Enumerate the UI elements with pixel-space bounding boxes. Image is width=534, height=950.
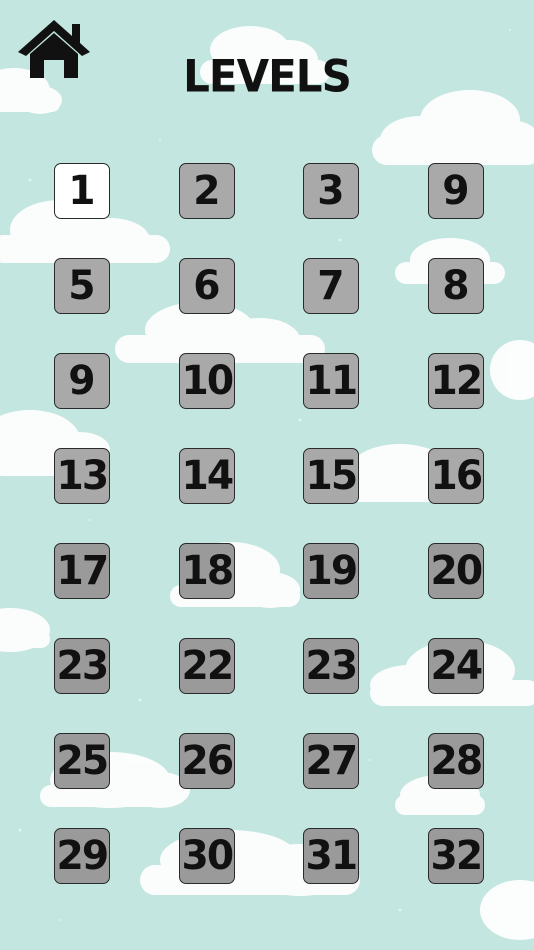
level-number: 19 (305, 548, 359, 594)
level-number: 13 (56, 453, 110, 499)
level-button-32[interactable]: 32 (428, 828, 484, 884)
level-number: 3 (317, 168, 345, 214)
level-button-8[interactable]: 8 (428, 258, 484, 314)
level-number: 10 (181, 358, 235, 404)
level-button-22[interactable]: 22 (179, 638, 235, 694)
level-number: 30 (181, 833, 235, 879)
level-button-16[interactable]: 16 (428, 448, 484, 504)
level-number: 17 (56, 548, 110, 594)
level-button-25[interactable]: 25 (54, 733, 110, 789)
level-number: 28 (430, 738, 484, 784)
level-number: 8 (442, 263, 470, 309)
level-number: 27 (305, 738, 359, 784)
level-button-29[interactable]: 29 (54, 828, 110, 884)
level-number: 23 (305, 643, 359, 689)
level-button-2[interactable]: 2 (179, 163, 235, 219)
level-grid: 1 2 3 9 5 6 7 8 9 10 11 12 13 14 15 16 17 18 19 20 23 22 23 24 2… (0, 0, 534, 950)
level-number: 31 (305, 833, 359, 879)
level-button-28[interactable]: 28 (428, 733, 484, 789)
level-number: 29 (56, 833, 110, 879)
level-button-21[interactable]: 23 (54, 638, 110, 694)
level-number: 7 (317, 263, 345, 309)
level-button-5[interactable]: 5 (54, 258, 110, 314)
level-number: 6 (193, 263, 221, 309)
level-number: 16 (430, 453, 484, 499)
level-number: 12 (430, 358, 484, 404)
level-number: 25 (56, 738, 110, 784)
level-number: 23 (56, 643, 110, 689)
level-number: 32 (430, 833, 484, 879)
level-number: 11 (305, 358, 359, 404)
level-button-24[interactable]: 24 (428, 638, 484, 694)
level-number: 14 (181, 453, 235, 499)
level-number: 26 (181, 738, 235, 784)
level-button-23[interactable]: 23 (303, 638, 359, 694)
level-button-11[interactable]: 11 (303, 353, 359, 409)
level-button-31[interactable]: 31 (303, 828, 359, 884)
level-button-7[interactable]: 7 (303, 258, 359, 314)
level-button-6[interactable]: 6 (179, 258, 235, 314)
level-number: 24 (430, 643, 484, 689)
level-button-18[interactable]: 18 (179, 543, 235, 599)
level-button-17[interactable]: 17 (54, 543, 110, 599)
level-number: 18 (181, 548, 235, 594)
level-button-9[interactable]: 9 (54, 353, 110, 409)
level-button-14[interactable]: 14 (179, 448, 235, 504)
level-button-13[interactable]: 13 (54, 448, 110, 504)
level-button-19[interactable]: 19 (303, 543, 359, 599)
level-button-3[interactable]: 3 (303, 163, 359, 219)
level-number: 5 (68, 263, 96, 309)
level-number: 2 (193, 168, 221, 214)
level-button-4[interactable]: 9 (428, 163, 484, 219)
level-number: 22 (181, 643, 235, 689)
level-button-12[interactable]: 12 (428, 353, 484, 409)
level-number: 9 (442, 168, 470, 214)
level-button-27[interactable]: 27 (303, 733, 359, 789)
level-button-26[interactable]: 26 (179, 733, 235, 789)
level-button-10[interactable]: 10 (179, 353, 235, 409)
level-button-15[interactable]: 15 (303, 448, 359, 504)
level-number: 15 (305, 453, 359, 499)
level-number: 9 (68, 358, 96, 404)
level-button-30[interactable]: 30 (179, 828, 235, 884)
level-number: 1 (68, 168, 96, 214)
level-button-20[interactable]: 20 (428, 543, 484, 599)
level-button-1[interactable]: 1 (54, 163, 110, 219)
level-number: 20 (430, 548, 484, 594)
